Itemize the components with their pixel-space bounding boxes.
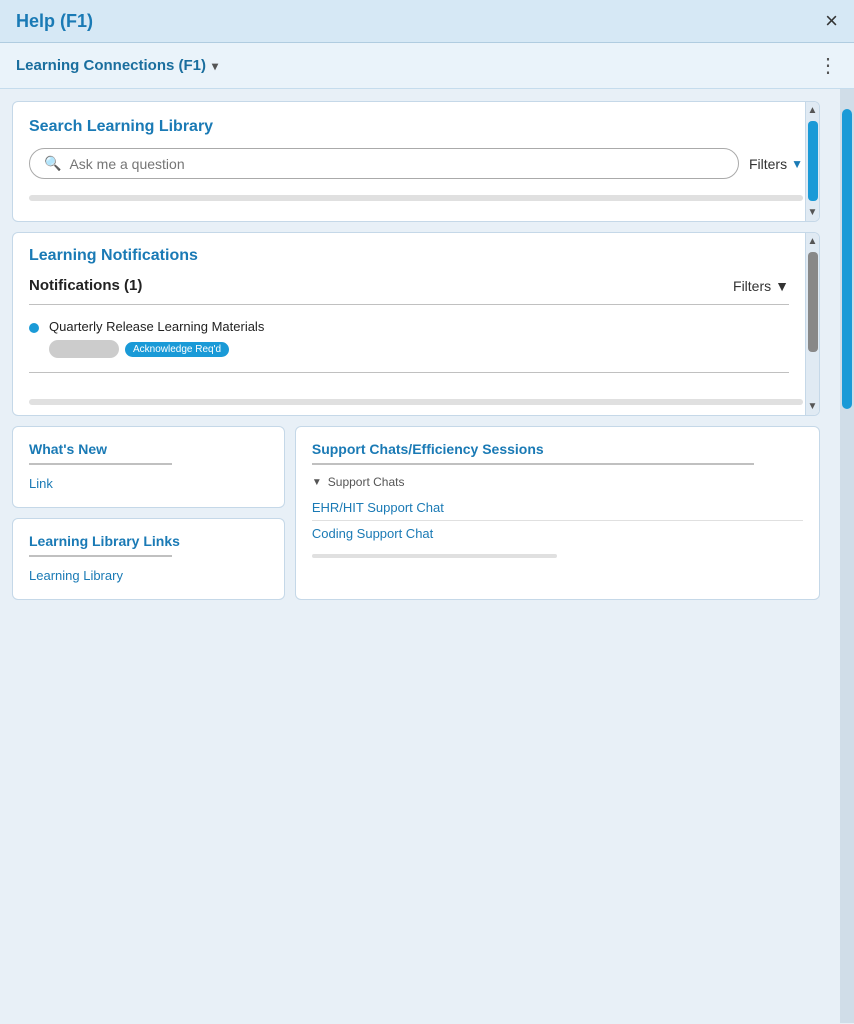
search-panel-inner: Search Learning Library 🔍 Filters ▼	[13, 102, 819, 221]
notification-acknowledge-badge[interactable]: Acknowledge Req'd	[125, 342, 229, 357]
support-link-coding[interactable]: Coding Support Chat	[312, 521, 803, 546]
notifications-scrollbar[interactable]: ▲ ▼	[805, 233, 819, 415]
support-chats-divider	[312, 463, 754, 465]
notification-item-content: Quarterly Release Learning Materials Ack…	[49, 319, 789, 358]
search-progress-bar	[29, 195, 803, 201]
library-links-card: Learning Library Links Learning Library	[12, 518, 285, 600]
support-chats-card: Support Chats/Efficiency Sessions ▼ Supp…	[295, 426, 820, 600]
search-input[interactable]	[69, 156, 724, 172]
search-panel: Search Learning Library 🔍 Filters ▼ ▲	[12, 101, 820, 222]
whats-new-card: What's New Link	[12, 426, 285, 508]
filters-label: Filters	[749, 156, 787, 172]
support-bottom-bar	[312, 554, 558, 558]
scroll-up-arrow[interactable]: ▲	[805, 102, 820, 119]
header-title: Help (F1)	[16, 11, 93, 32]
notifications-panel-title: Learning Notifications	[29, 247, 789, 265]
notif-scroll-up-arrow[interactable]: ▲	[805, 233, 820, 250]
bottom-cards: What's New Link Learning Library Links L…	[12, 426, 820, 600]
more-options-button[interactable]: ⋮	[818, 53, 838, 78]
notifications-bottom-divider	[29, 372, 789, 373]
main-content: Search Learning Library 🔍 Filters ▼ ▲	[0, 89, 854, 1023]
search-panel-title: Search Learning Library	[29, 118, 803, 136]
library-links-title: Learning Library Links	[29, 533, 268, 549]
support-chats-section-label: Support Chats	[328, 475, 405, 489]
support-link-ehr[interactable]: EHR/HIT Support Chat	[312, 495, 803, 521]
close-button[interactable]: ×	[825, 10, 838, 32]
notification-unread-dot	[29, 323, 39, 333]
notif-scroll-down-arrow[interactable]: ▼	[805, 398, 820, 415]
search-scroll-thumb	[808, 121, 818, 201]
outer-scrollbar[interactable]	[840, 89, 854, 1023]
notification-tag-gray	[49, 340, 119, 358]
notifications-filters-button[interactable]: Filters ▼	[733, 278, 789, 294]
search-icon: 🔍	[44, 155, 61, 172]
notifications-panel: Learning Notifications Notifications (1)…	[12, 232, 820, 416]
notification-item: Quarterly Release Learning Materials Ack…	[29, 311, 789, 366]
subheader-title[interactable]: Learning Connections (F1) ▾	[16, 57, 218, 74]
subheader: Learning Connections (F1) ▾ ⋮	[0, 43, 854, 89]
left-bottom-cards: What's New Link Learning Library Links L…	[12, 426, 285, 600]
panels-container: Search Learning Library 🔍 Filters ▼ ▲	[0, 89, 840, 1023]
notif-filter-icon: ▼	[775, 278, 789, 294]
filter-dropdown-icon: ▼	[791, 157, 803, 171]
notifications-bottom-bar	[29, 399, 803, 405]
filters-button[interactable]: Filters ▼	[749, 156, 803, 172]
scroll-down-arrow[interactable]: ▼	[805, 204, 820, 221]
support-chats-section: ▼ Support Chats EHR/HIT Support Chat Cod…	[312, 475, 803, 546]
notification-tags: Acknowledge Req'd	[49, 340, 789, 358]
notifications-divider	[29, 304, 789, 305]
notif-scroll-thumb	[808, 252, 818, 352]
search-panel-scrollbar[interactable]: ▲ ▼	[805, 102, 819, 221]
notif-filters-label: Filters	[733, 278, 771, 294]
outer-scroll-thumb	[842, 109, 852, 409]
whats-new-link[interactable]: Link	[29, 476, 53, 491]
search-row: 🔍 Filters ▼	[29, 148, 803, 179]
library-link[interactable]: Learning Library	[29, 568, 123, 583]
notification-item-title[interactable]: Quarterly Release Learning Materials	[49, 319, 789, 334]
support-chats-section-header[interactable]: ▼ Support Chats	[312, 475, 803, 489]
subheader-title-text: Learning Connections (F1)	[16, 57, 206, 74]
notifications-count-label: Notifications (1)	[29, 277, 142, 294]
support-chevron-icon: ▼	[312, 477, 322, 488]
whats-new-divider	[29, 463, 172, 465]
library-links-divider	[29, 555, 172, 557]
notifications-panel-inner: Learning Notifications Notifications (1)…	[13, 233, 805, 391]
notifications-header-row: Notifications (1) Filters ▼	[29, 277, 789, 294]
search-box[interactable]: 🔍	[29, 148, 739, 179]
whats-new-title: What's New	[29, 441, 268, 457]
header: Help (F1) ×	[0, 0, 854, 43]
chevron-down-icon: ▾	[212, 59, 218, 73]
support-chats-title: Support Chats/Efficiency Sessions	[312, 441, 803, 457]
